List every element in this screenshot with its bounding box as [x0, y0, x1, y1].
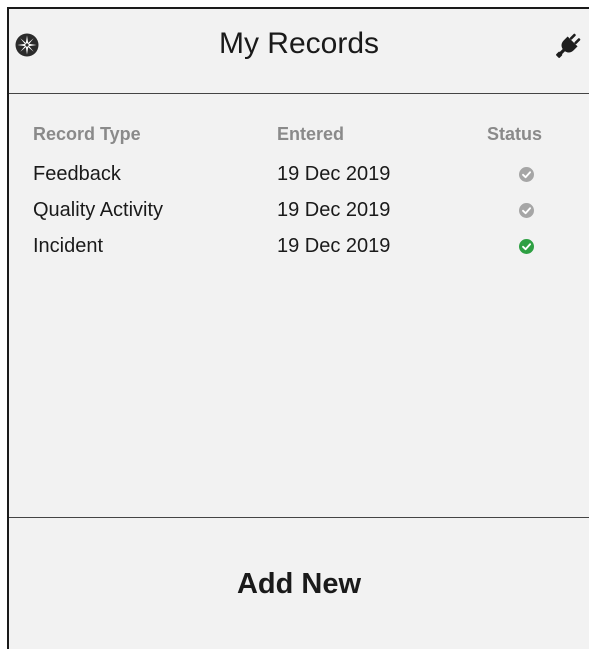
- column-header-record-type: Record Type: [33, 124, 141, 144]
- record-row-feedback[interactable]: Feedback 19 Dec 2019: [9, 157, 589, 191]
- status-complete-check-icon: [519, 239, 534, 254]
- status-pending-check-icon: [519, 167, 534, 182]
- add-new-button[interactable]: Add New: [9, 518, 589, 649]
- record-row-quality-activity[interactable]: Quality Activity 19 Dec 2019: [9, 193, 589, 227]
- record-entered-date: 19 Dec 2019: [277, 199, 391, 221]
- header-bar: My Records: [9, 9, 589, 94]
- column-header-status: Status: [487, 124, 543, 144]
- footer-bar: Add New: [9, 517, 589, 649]
- record-type: Quality Activity: [33, 199, 164, 221]
- records-list: Record Type Entered Status Feedback 19 D…: [9, 93, 589, 519]
- page-title: My Records: [218, 27, 380, 60]
- record-type: Incident: [33, 235, 104, 257]
- app-window: My Records Record Type Entered Status Fe…: [7, 7, 589, 649]
- column-header-entered: Entered: [277, 124, 345, 144]
- record-row-incident[interactable]: Incident 19 Dec 2019: [9, 229, 589, 263]
- status-pending-check-icon: [519, 203, 534, 218]
- record-entered-date: 19 Dec 2019: [277, 163, 391, 185]
- plug-icon[interactable]: [553, 31, 583, 61]
- record-entered-date: 19 Dec 2019: [277, 235, 391, 257]
- record-type: Feedback: [33, 163, 121, 185]
